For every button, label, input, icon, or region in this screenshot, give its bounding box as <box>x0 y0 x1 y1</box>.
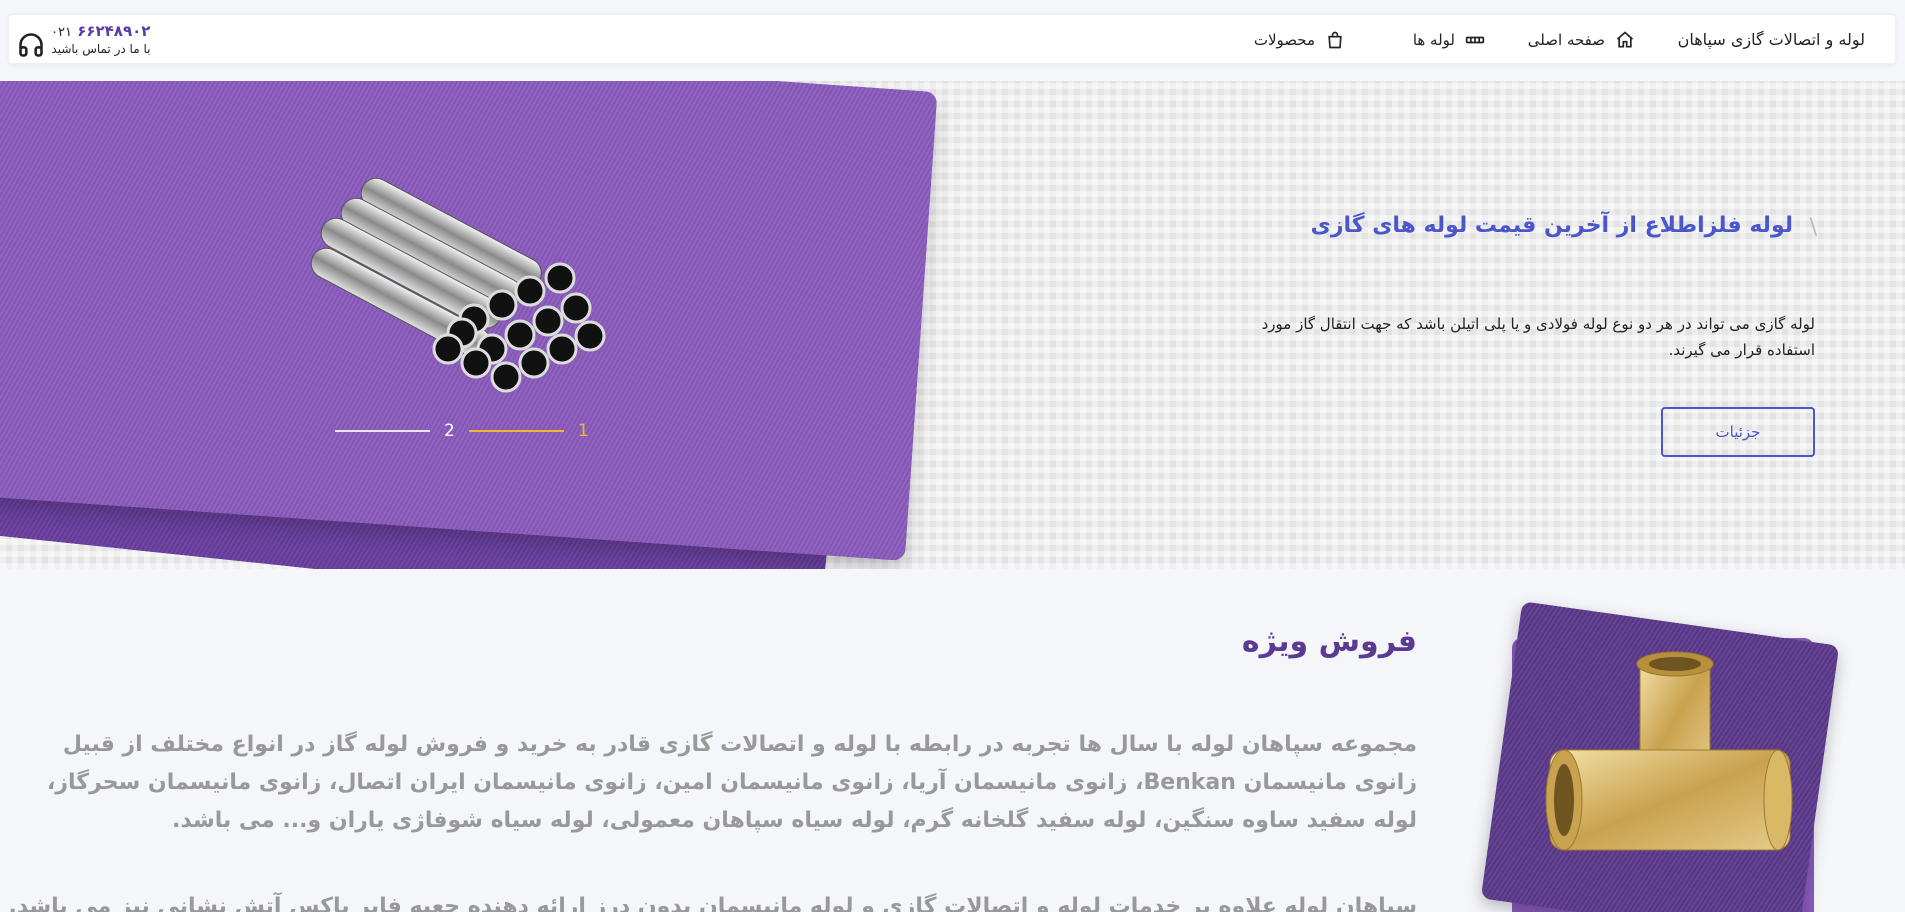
nav-item-pipes[interactable]: لوله ها <box>1413 30 1485 50</box>
details-button[interactable]: جزئیات <box>1661 407 1815 457</box>
phone-number[interactable]: ۰۲۱ ۶۶۲۴۸۹۰۲ <box>51 22 150 40</box>
contact-block[interactable]: ۰۲۱ ۶۶۲۴۸۹۰۲ با ما در تماس باشید <box>17 19 150 59</box>
hero-description: لوله گازی می تواند در هر دو نوع لوله فول… <box>1261 315 1815 359</box>
headset-icon <box>19 33 43 57</box>
special-sale-title: فروش ویژه <box>1241 624 1417 659</box>
phone-prefix: ۰۲۱ <box>51 25 72 40</box>
title-marker: \ <box>1809 215 1817 240</box>
pipe-icon <box>1465 36 1485 44</box>
home-icon <box>1616 31 1634 48</box>
nav-item-products[interactable]: محصولات <box>1254 30 1345 50</box>
contact-subtitle: با ما در تماس باشید <box>51 42 151 56</box>
brass-tee-fitting-image <box>1545 651 1793 851</box>
phone-digits: ۶۶۲۴۸۹۰۲ <box>77 22 151 40</box>
special-sale-text-2: سپاهان لوله علاوه بر خدمات لوله و اتصالا… <box>5 894 1417 912</box>
special-sale-text: مجموعه سپاهان لوله با سال ها تجربه در را… <box>47 732 1417 833</box>
slider-dot-2[interactable]: 2 <box>444 421 455 441</box>
slider-line-1[interactable] <box>468 430 564 432</box>
steel-pipes-image <box>310 177 606 393</box>
slider-line-2[interactable] <box>335 430 430 432</box>
nav-item-home-label: صفحه اصلی <box>1527 31 1605 49</box>
site-brand[interactable]: لوله و اتصالات گازی سپاهان <box>1678 30 1865 49</box>
hero-slider: 2 1 \ لوله فلزاطلاع از آخرین قیمت لوله ه… <box>0 81 1905 569</box>
hero-title: لوله فلزاطلاع از آخرین قیمت لوله های گاز… <box>1310 213 1793 238</box>
top-navbar: لوله و اتصالات گازی سپاهان صفحه اصلی لول… <box>8 14 1896 64</box>
slider-dot-1[interactable]: 1 <box>578 421 589 441</box>
nav-item-pipes-label: لوله ها <box>1412 31 1455 49</box>
nav-item-products-label: محصولات <box>1253 31 1315 49</box>
shopping-bag-icon <box>1328 31 1342 49</box>
nav-item-home[interactable]: صفحه اصلی <box>1528 30 1635 50</box>
slider-pagination: 2 1 <box>335 421 589 441</box>
contact-text: ۰۲۱ ۶۶۲۴۸۹۰۲ با ما در تماس باشید <box>51 22 150 56</box>
